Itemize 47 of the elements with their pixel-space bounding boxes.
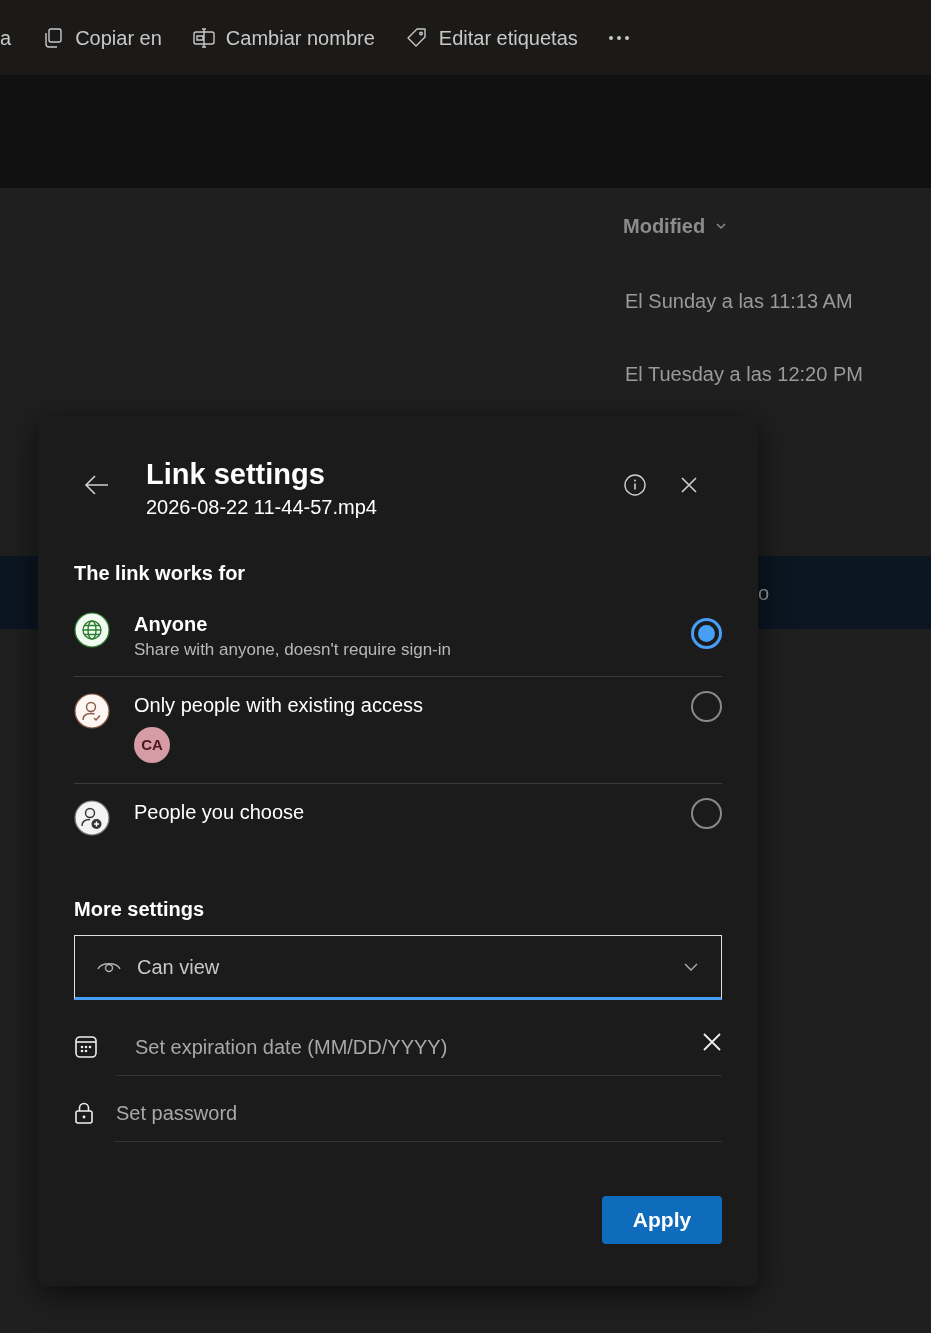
- password-field[interactable]: Set password: [116, 1097, 722, 1128]
- clear-button[interactable]: [702, 1031, 722, 1052]
- modified-date: El Sunday a las 11:13 AM: [625, 288, 853, 314]
- calendar-icon: [74, 1035, 98, 1059]
- radio-button[interactable]: [691, 618, 722, 649]
- radio-button[interactable]: [691, 798, 722, 829]
- chevron-down-icon: [715, 222, 728, 230]
- avatar: CA: [134, 727, 170, 763]
- back-button[interactable]: [84, 474, 110, 496]
- info-button[interactable]: [624, 474, 646, 496]
- toolbar-button[interactable]: Editar etiquetas: [404, 22, 578, 53]
- close-icon: [702, 1031, 722, 1052]
- expiration-date-field[interactable]: Set expiration date (MM/DD/YYYY): [135, 1031, 702, 1062]
- person-check-icon: [74, 693, 110, 729]
- option-description: Share with anyone, doesn't require sign-in: [134, 639, 452, 661]
- info-icon: [624, 474, 646, 496]
- file-name: o: [758, 580, 770, 606]
- section-label: The link works for: [74, 561, 247, 586]
- section-label: More settings: [74, 897, 206, 922]
- column-header[interactable]: Modified: [623, 211, 728, 241]
- link-option[interactable]: People you choose: [74, 784, 722, 850]
- chevron-down-icon: [683, 961, 699, 972]
- close-icon: [680, 476, 698, 494]
- close-button[interactable]: [680, 476, 698, 494]
- lock-icon: [74, 1101, 94, 1125]
- link-option[interactable]: Only people with existing access CA: [74, 677, 722, 784]
- file-name: 2026-08-22 11-44-57.mp4: [146, 495, 377, 520]
- toolbar-button[interactable]: Copiar en: [41, 22, 162, 53]
- dialog-title: Link settings: [146, 457, 326, 492]
- option-label: People you choose: [134, 800, 306, 825]
- option-label: Only people with existing access: [134, 693, 425, 718]
- link-option[interactable]: Anyone Share with anyone, doesn't require sign-in: [74, 610, 722, 677]
- rename-icon: [191, 25, 216, 50]
- person-add-icon: [74, 800, 110, 836]
- toolbar-button[interactable]: a: [0, 22, 12, 53]
- modified-date: El Tuesday a las 12:20 PM: [625, 361, 863, 387]
- permission-dropdown[interactable]: Can view: [74, 935, 722, 1000]
- file-row[interactable]: El Sunday a las 11:13 AM: [0, 264, 931, 337]
- file-row[interactable]: El Tuesday a las 12:20 PM: [0, 337, 931, 410]
- back-arrow-icon: [84, 474, 110, 496]
- toolbar-button[interactable]: Cambiar nombre: [191, 22, 375, 53]
- apply-button[interactable]: Apply: [602, 1196, 722, 1244]
- radio-button[interactable]: [691, 691, 722, 722]
- eye-icon: [97, 960, 121, 973]
- globe-icon: [74, 612, 110, 648]
- more-icon[interactable]: [607, 34, 630, 41]
- option-label: Anyone: [134, 612, 209, 637]
